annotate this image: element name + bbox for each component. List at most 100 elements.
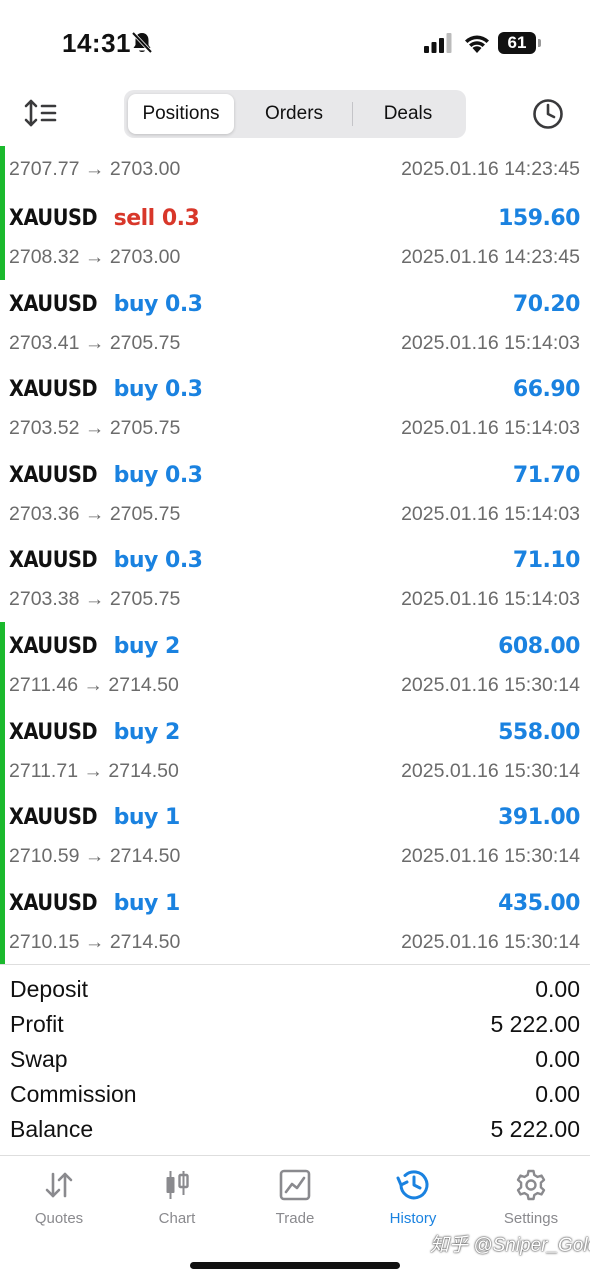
deal-type: buy 0.3 [113, 462, 203, 488]
summary-value: 0.00 [535, 976, 580, 1002]
deal-prices: 2710.59 → 2714.50 [9, 845, 181, 868]
history-clock-icon [354, 1166, 472, 1204]
tab-history[interactable]: History [354, 1166, 472, 1238]
deal-symbol: XAUUSD [9, 805, 98, 831]
deal-prices: 2708.32 → 2703.00 [9, 246, 181, 268]
list-item[interactable]: XAUUSD buy 0.3 70.20 2703.41 → 2705.75 2… [0, 282, 590, 368]
deal-type: buy 1 [113, 890, 181, 916]
deal-time: 2025.01.16 15:14:03 [401, 417, 580, 440]
deal-time: 2025.01.16 15:30:14 [401, 759, 580, 782]
tab-orders[interactable]: Orders [238, 94, 350, 134]
battery-icon: 61 [498, 32, 536, 54]
period-clock-icon[interactable] [530, 96, 566, 132]
deal-type: buy 2 [113, 719, 181, 745]
deal-time: 2025.01.16 15:14:03 [401, 588, 580, 611]
deal-type: buy 1 [113, 805, 181, 831]
tab-label: Settings [503, 1210, 559, 1227]
deal-symbol: XAUUSD [9, 633, 98, 659]
deal-type: buy 0.3 [113, 548, 203, 574]
watermark: 知乎 @Sniper_Gold [430, 1235, 590, 1256]
list-item[interactable]: XAUUSD buy 0.3 66.90 2703.52 → 2705.75 2… [0, 367, 590, 453]
deal-symbol: XAUUSD [9, 377, 98, 403]
deal-prices: 2703.41 → 2705.75 [9, 331, 181, 354]
deal-time: 2025.01.16 15:14:03 [401, 331, 580, 354]
list-item[interactable]: XAUUSD buy 0.3 71.10 2703.38 → 2705.75 2… [0, 538, 590, 624]
history-toolbar: Positions Orders Deals [0, 88, 590, 140]
deal-prices: 2707.77 → 2703.00 [9, 158, 181, 180]
tab-chart[interactable]: Chart [118, 1166, 236, 1238]
home-indicator[interactable] [190, 1262, 400, 1269]
quotes-arrows-icon [0, 1166, 118, 1204]
deal-profit: 558.00 [498, 719, 580, 745]
deal-type: buy 0.3 [113, 291, 203, 317]
deal-symbol: XAUUSD [9, 548, 98, 574]
deal-symbol: XAUUSD [9, 462, 98, 488]
summary-value: 0.00 [535, 1046, 580, 1072]
deals-list: 2707.77 → 2703.00 2025.01.16 14:23:45 XA… [0, 146, 590, 966]
trade-chart-icon [236, 1166, 354, 1204]
summary-label: Swap [10, 1046, 68, 1072]
tabbar-divider [0, 1155, 590, 1156]
list-item[interactable]: XAUUSD buy 2 608.00 2711.46 → 2714.50 20… [0, 624, 590, 710]
wifi-icon [463, 32, 491, 59]
deal-prices: 2703.38 → 2705.75 [9, 588, 181, 611]
summary-deposit: Deposit 0.00 [0, 972, 590, 1007]
status-time: 14:31 [62, 28, 131, 58]
deal-profit: 435.00 [498, 890, 580, 916]
tab-quotes[interactable]: Quotes [0, 1166, 118, 1238]
deal-profit: 71.70 [512, 462, 581, 488]
deal-prices: 2711.46 → 2714.50 [9, 673, 179, 696]
deal-symbol: XAUUSD [9, 890, 98, 916]
summary-value: 5 222.00 [490, 1116, 580, 1142]
deal-time: 2025.01.16 14:23:45 [401, 246, 580, 268]
tab-label: Trade [275, 1210, 315, 1227]
candlestick-icon [118, 1166, 236, 1204]
list-item[interactable]: XAUUSD buy 2 558.00 2711.71 → 2714.50 20… [0, 710, 590, 796]
deal-prices: 2711.71 → 2714.50 [9, 759, 179, 782]
cellular-signal-icon [424, 33, 452, 58]
summary-label: Commission [10, 1081, 137, 1107]
summary-label: Deposit [10, 976, 88, 1002]
sort-icon[interactable] [22, 96, 62, 132]
deal-time: 2025.01.16 14:23:45 [401, 158, 580, 180]
tab-settings[interactable]: Settings [472, 1166, 590, 1238]
tab-trade[interactable]: Trade [236, 1166, 354, 1238]
list-divider [0, 964, 590, 965]
list-item[interactable]: XAUUSD sell 0.3 159.60 2708.32 → 2703.00… [0, 196, 590, 282]
summary-label: Profit [10, 1011, 64, 1037]
deal-type: buy 0.3 [113, 377, 203, 403]
list-item[interactable]: XAUUSD buy 1 391.00 2710.59 → 2714.50 20… [0, 795, 590, 881]
deal-time: 2025.01.16 15:30:14 [401, 673, 580, 696]
deal-profit: 391.00 [498, 805, 580, 831]
tab-deals[interactable]: Deals [354, 94, 462, 134]
gear-icon [472, 1166, 590, 1204]
deal-type: buy 2 [113, 633, 181, 659]
list-item[interactable]: 2707.77 → 2703.00 2025.01.16 14:23:45 [0, 146, 590, 196]
view-segmented-control: Positions Orders Deals [124, 90, 466, 138]
deal-profit: 608.00 [498, 633, 580, 659]
deal-profit: 159.60 [498, 206, 580, 231]
list-item[interactable]: XAUUSD buy 0.3 71.70 2703.36 → 2705.75 2… [0, 453, 590, 539]
segment-divider [352, 102, 353, 126]
deal-prices: 2703.36 → 2705.75 [9, 502, 181, 525]
tab-positions[interactable]: Positions [128, 94, 234, 134]
list-item[interactable]: XAUUSD buy 1 435.00 2710.15 → 2714.50 20… [0, 881, 590, 967]
deal-prices: 2710.15 → 2714.50 [9, 930, 181, 953]
bottom-tab-bar: Quotes Chart Trade History Settings [0, 1158, 590, 1238]
summary-balance: Balance 5 222.00 [0, 1112, 590, 1147]
tab-label: History [389, 1210, 437, 1227]
summary-commission: Commission 0.00 [0, 1077, 590, 1112]
deal-time: 2025.01.16 15:30:14 [401, 930, 580, 953]
summary-value: 5 222.00 [490, 1011, 580, 1037]
summary-swap: Swap 0.00 [0, 1042, 590, 1077]
deal-symbol: XAUUSD [9, 206, 98, 231]
deal-profit: 70.20 [512, 291, 581, 317]
deal-type: sell 0.3 [113, 206, 200, 231]
tab-label: Chart [158, 1210, 196, 1227]
history-summary: Deposit 0.00 Profit 5 222.00 Swap 0.00 C… [0, 972, 590, 1147]
deal-time: 2025.01.16 15:30:14 [401, 845, 580, 868]
bell-muted-icon [131, 31, 153, 60]
tab-label: Quotes [34, 1210, 84, 1227]
deal-profit: 66.90 [512, 377, 581, 403]
summary-label: Balance [10, 1116, 94, 1142]
